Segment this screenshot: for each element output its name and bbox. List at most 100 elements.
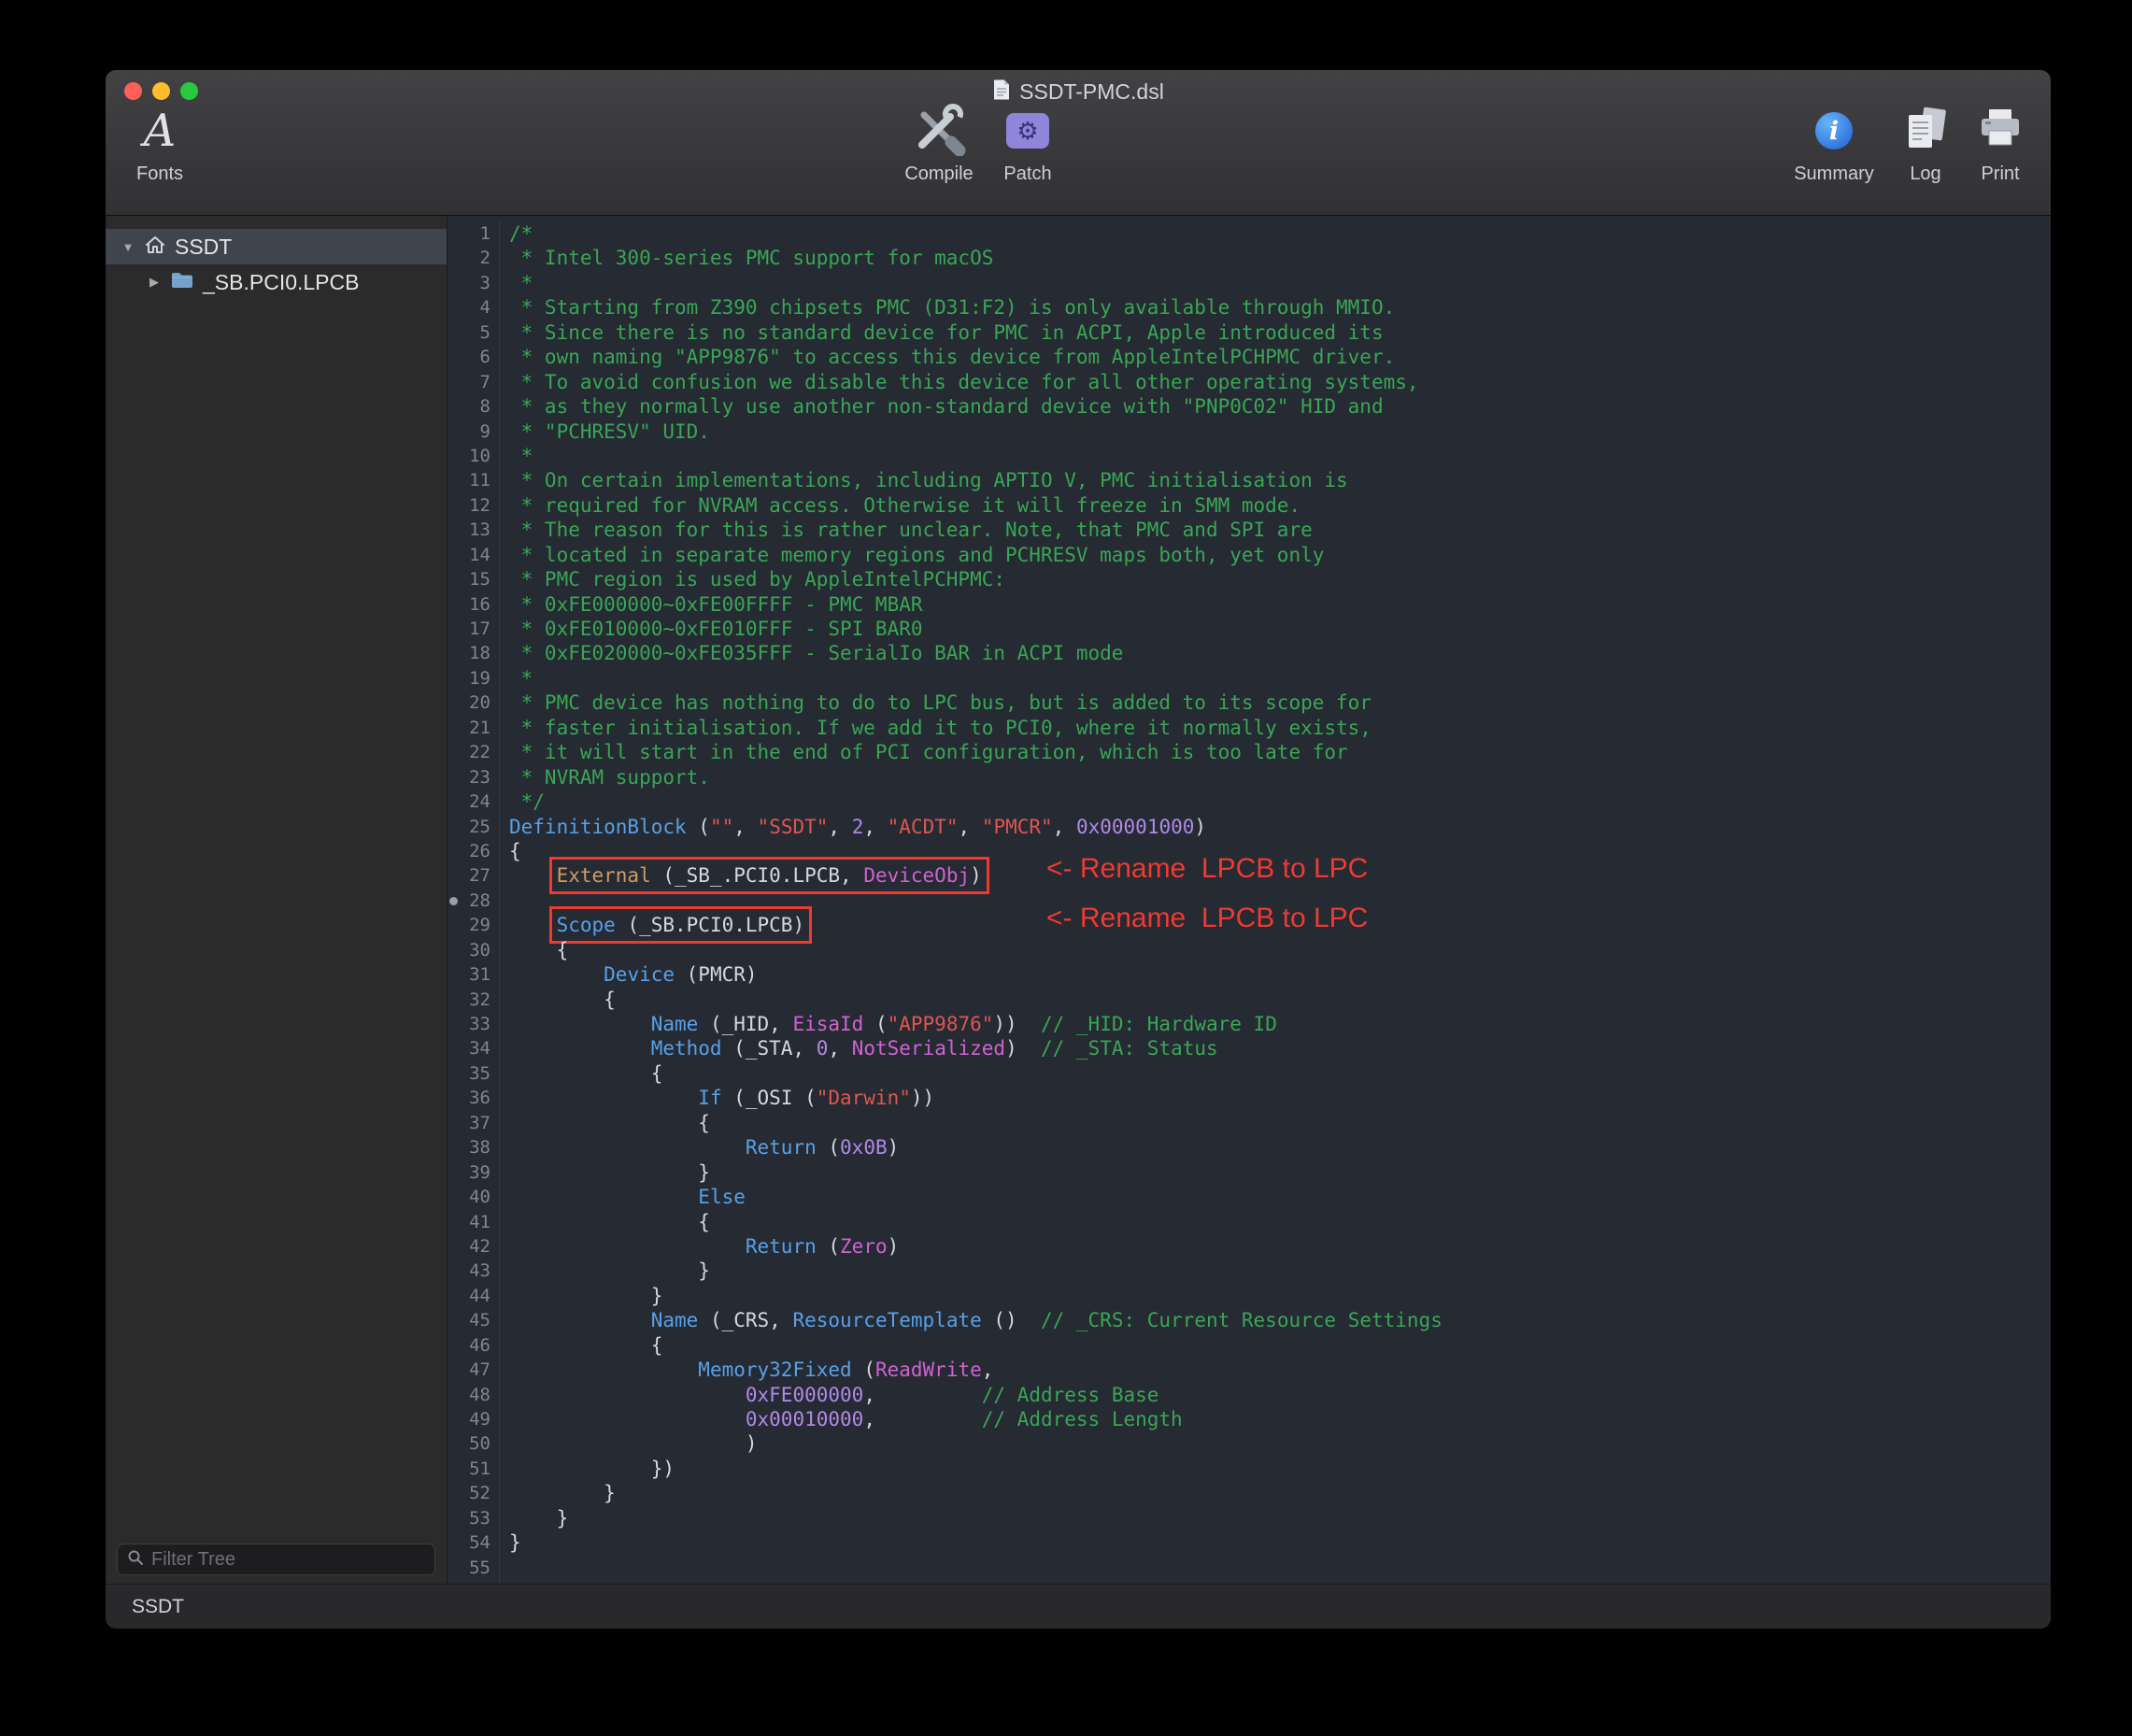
- line-number: 28: [448, 889, 499, 913]
- log-pages-icon: [1903, 107, 1948, 156]
- code-line[interactable]: [509, 1556, 2051, 1580]
- code-line[interactable]: * On certain implementations, including …: [509, 468, 2051, 492]
- code-area[interactable]: /* * Intel 300-series PMC support for ma…: [500, 221, 2051, 1584]
- disclosure-right-icon[interactable]: ▶: [147, 275, 162, 290]
- code-line[interactable]: * To avoid confusion we disable this dev…: [509, 370, 2051, 394]
- code-line[interactable]: Method (_STA, 0, NotSerialized) // _STA:…: [509, 1036, 2051, 1060]
- filter-tree-field[interactable]: [117, 1544, 435, 1575]
- code-line[interactable]: Memory32Fixed (ReadWrite,: [509, 1358, 2051, 1382]
- code-line[interactable]: 0xFE000000, // Address Base: [509, 1383, 2051, 1407]
- summary-button[interactable]: i Summary: [1795, 100, 1873, 185]
- line-number: 22: [448, 740, 499, 764]
- app-window: SSDT-PMC.dsl A Fonts Compile ⚙: [106, 70, 2051, 1629]
- line-number: 52: [448, 1481, 499, 1505]
- line-number: 15: [448, 567, 499, 591]
- line-number: 38: [448, 1135, 499, 1160]
- code-line[interactable]: * Intel 300-series PMC support for macOS: [509, 246, 2051, 270]
- code-line[interactable]: }: [509, 1160, 2051, 1185]
- printer-icon: [1977, 107, 2024, 156]
- code-line[interactable]: Else: [509, 1185, 2051, 1209]
- annotation-note: <- Rename LPCB to LPC: [1046, 857, 1368, 881]
- code-line[interactable]: If (_OSI ("Darwin")): [509, 1086, 2051, 1110]
- code-line[interactable]: }: [509, 1506, 2051, 1530]
- code-line[interactable]: Name (_CRS, ResourceTemplate () // _CRS:…: [509, 1308, 2051, 1332]
- code-line[interactable]: *: [509, 666, 2051, 690]
- line-number: 7: [448, 370, 499, 394]
- code-line[interactable]: * PMC region is used by AppleIntelPCHPMC…: [509, 567, 2051, 591]
- code-line[interactable]: }: [509, 1284, 2051, 1308]
- code-line[interactable]: External (_SB_.PCI0.LPCB, DeviceObj)<- R…: [509, 863, 2051, 888]
- line-number: 51: [448, 1457, 499, 1481]
- code-line[interactable]: {: [509, 1333, 2051, 1358]
- tree-item-lpcb[interactable]: ▶ _SB.PCI0.LPCB: [106, 264, 447, 300]
- log-button[interactable]: Log: [1886, 100, 1965, 185]
- line-number: 55: [448, 1556, 499, 1580]
- info-icon: i: [1815, 112, 1853, 149]
- tree-item-ssdt[interactable]: ▼ SSDT: [106, 229, 447, 264]
- code-line[interactable]: * required for NVRAM access. Otherwise i…: [509, 493, 2051, 518]
- patch-button[interactable]: ⚙ Patch: [988, 100, 1067, 185]
- line-number: 39: [448, 1160, 499, 1185]
- compile-tools-icon: [909, 102, 969, 161]
- line-number: 35: [448, 1061, 499, 1086]
- annotation-note: <- Rename LPCB to LPC: [1046, 906, 1368, 931]
- line-number: 25: [448, 815, 499, 839]
- code-line[interactable]: Scope (_SB.PCI0.LPCB)<- Rename LPCB to L…: [509, 913, 2051, 937]
- disclosure-down-icon[interactable]: ▼: [121, 240, 135, 254]
- code-line[interactable]: {: [509, 1061, 2051, 1086]
- fonts-button[interactable]: A Fonts: [121, 100, 199, 185]
- code-line[interactable]: {: [509, 988, 2051, 1012]
- code-line[interactable]: * 0xFE010000~0xFE010FFF - SPI BAR0: [509, 617, 2051, 641]
- sidebar: ▼ SSDT ▶ _SB.PCI0.LPCB: [106, 216, 448, 1584]
- line-number: 16: [448, 592, 499, 617]
- code-line[interactable]: * located in separate memory regions and…: [509, 543, 2051, 567]
- tree-item-label: _SB.PCI0.LPCB: [203, 270, 359, 295]
- code-line[interactable]: }: [509, 1530, 2051, 1555]
- code-line[interactable]: * PMC device has nothing to do to LPC bu…: [509, 690, 2051, 715]
- code-line[interactable]: Device (PMCR): [509, 962, 2051, 987]
- code-line[interactable]: *: [509, 444, 2051, 468]
- code-line[interactable]: * The reason for this is rather unclear.…: [509, 518, 2051, 542]
- code-line[interactable]: * own naming "APP9876" to access this de…: [509, 345, 2051, 369]
- code-line[interactable]: * Starting from Z390 chipsets PMC (D31:F…: [509, 295, 2051, 320]
- line-number: 43: [448, 1259, 499, 1283]
- print-button[interactable]: Print: [1961, 100, 2040, 185]
- code-line[interactable]: * NVRAM support.: [509, 765, 2051, 790]
- compile-button[interactable]: Compile: [900, 100, 978, 185]
- code-line[interactable]: Return (Zero): [509, 1234, 2051, 1259]
- code-line[interactable]: * as they normally use another non-stand…: [509, 394, 2051, 419]
- line-number: 36: [448, 1086, 499, 1110]
- code-line[interactable]: }): [509, 1457, 2051, 1481]
- code-line[interactable]: * 0xFE000000~0xFE00FFFF - PMC MBAR: [509, 592, 2051, 617]
- code-line[interactable]: {: [509, 938, 2051, 962]
- fonts-icon: A: [144, 108, 177, 153]
- filter-tree-input[interactable]: [151, 1549, 425, 1571]
- summary-label: Summary: [1794, 164, 1874, 185]
- line-number: 41: [448, 1210, 499, 1234]
- line-number: 18: [448, 641, 499, 665]
- code-line[interactable]: * Since there is no standard device for …: [509, 320, 2051, 345]
- log-label: Log: [1910, 164, 1940, 185]
- code-line[interactable]: {: [509, 1210, 2051, 1234]
- code-editor[interactable]: 1234567891011121314151617181920212223242…: [448, 216, 2051, 1584]
- compile-label: Compile: [904, 164, 973, 185]
- line-number: 12: [448, 493, 499, 518]
- code-line[interactable]: * faster initialisation. If we add it to…: [509, 716, 2051, 740]
- code-line[interactable]: ): [509, 1431, 2051, 1456]
- code-line[interactable]: Return (0x0B): [509, 1135, 2051, 1160]
- code-line[interactable]: {: [509, 1111, 2051, 1135]
- code-line[interactable]: DefinitionBlock ("", "SSDT", 2, "ACDT", …: [509, 815, 2051, 839]
- code-line[interactable]: * 0xFE020000~0xFE035FFF - SerialIo BAR i…: [509, 641, 2051, 665]
- window-chrome: SSDT-PMC.dsl A Fonts Compile ⚙: [106, 70, 2051, 216]
- code-line[interactable]: Name (_HID, EisaId ("APP9876")) // _HID:…: [509, 1012, 2051, 1036]
- code-line[interactable]: }: [509, 1259, 2051, 1283]
- code-line[interactable]: /*: [509, 221, 2051, 246]
- line-number: 54: [448, 1530, 499, 1555]
- code-line[interactable]: 0x00010000, // Address Length: [509, 1407, 2051, 1431]
- fonts-label: Fonts: [136, 164, 183, 185]
- code-line[interactable]: }: [509, 1481, 2051, 1505]
- code-line[interactable]: * it will start in the end of PCI config…: [509, 740, 2051, 764]
- code-line[interactable]: */: [509, 790, 2051, 814]
- code-line[interactable]: *: [509, 271, 2051, 295]
- code-line[interactable]: * "PCHRESV" UID.: [509, 420, 2051, 444]
